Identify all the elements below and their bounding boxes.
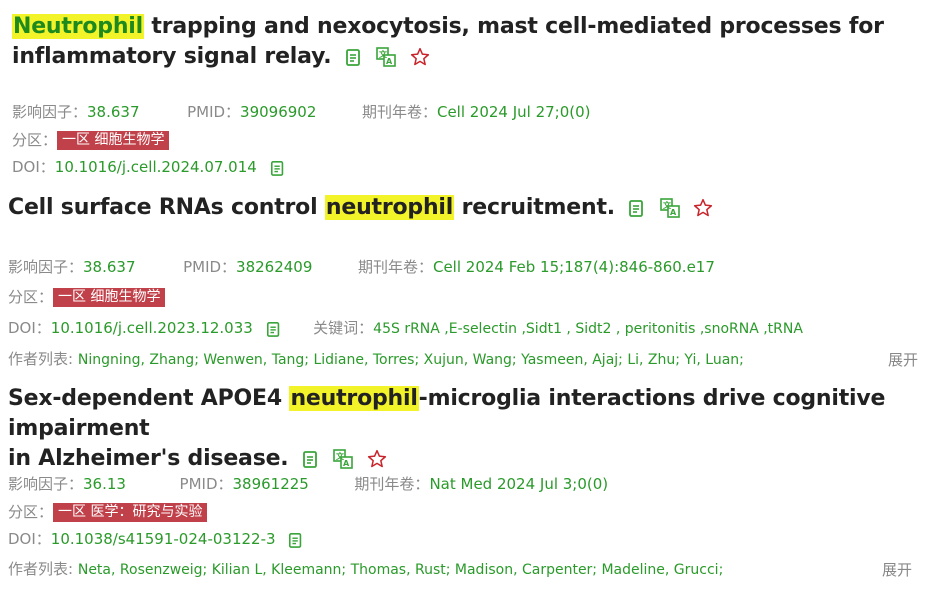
doi-link[interactable]: 10.1016/j.cell.2023.12.033 (51, 319, 253, 337)
zone-badge: 一区 医学：研究与实验 (53, 503, 208, 522)
article-title[interactable]: Neutrophil trapping and nexocytosis, mas… (12, 12, 912, 72)
title-text: Cell surface RNAs control (8, 195, 325, 220)
doi-link[interactable]: 10.1038/s41591-024-03122-3 (51, 530, 276, 548)
search-highlight: neutrophil (289, 386, 419, 411)
meta-row-zone: 分区： 一区 细胞生物学 (8, 287, 166, 307)
copy-icon[interactable] (345, 47, 363, 67)
impact-factor: 38.637 (87, 103, 140, 121)
title-text-line2: inflammatory signal relay. (12, 44, 332, 69)
journal-info: Nat Med 2024 Jul 3;0(0) (429, 475, 609, 493)
copy-icon[interactable] (302, 449, 320, 469)
expand-authors-button[interactable]: 展开 (888, 349, 918, 370)
copy-icon[interactable] (270, 159, 286, 177)
meta-row-doi: DOI：10.1016/j.cell.2023.12.033 关键词：45S r… (8, 319, 803, 338)
doi-link[interactable]: 10.1016/j.cell.2024.07.014 (55, 158, 257, 176)
article-title[interactable]: Cell surface RNAs control neutrophil rec… (8, 193, 918, 223)
search-highlight: neutrophil (324, 195, 455, 220)
svg-text:A: A (670, 208, 677, 217)
translate-icon[interactable]: 文A (660, 198, 680, 218)
star-icon[interactable] (410, 47, 430, 67)
impact-factor: 38.637 (83, 258, 136, 276)
article-title[interactable]: Sex-dependent APOE4 neutrophil-microglia… (8, 384, 923, 474)
pmid[interactable]: 39096902 (240, 103, 316, 121)
title-text-post: recruitment. (454, 195, 616, 220)
meta-row-zone: 分区： 一区 细胞生物学 (12, 130, 170, 150)
star-icon[interactable] (367, 449, 387, 469)
title-text: trapping and nexocytosis, mast cell-medi… (143, 14, 884, 39)
title-text-line2: in Alzheimer's disease. (8, 446, 289, 471)
zone-badge: 一区 细胞生物学 (57, 131, 170, 150)
star-icon[interactable] (693, 198, 713, 218)
copy-icon[interactable] (266, 320, 282, 338)
title-text: Sex-dependent APOE4 (8, 386, 290, 411)
svg-text:A: A (386, 57, 393, 66)
journal-info: Cell 2024 Jul 27;0(0) (436, 103, 591, 121)
meta-row-doi: DOI：10.1038/s41591-024-03122-3 (8, 529, 304, 549)
meta-row-impact: 影响因子：38.637 PMID：39096902 期刊年卷：Cell 2024… (12, 103, 591, 121)
translate-icon[interactable]: 文A (376, 47, 397, 67)
impact-factor: 36.13 (83, 475, 126, 493)
search-highlight: Neutrophil (12, 14, 144, 39)
meta-row-authors: 作者列表: Ningning, Zhang; Wenwen, Tang; Lid… (8, 350, 744, 368)
copy-icon[interactable] (288, 531, 304, 549)
meta-row-zone: 分区： 一区 医学：研究与实验 (8, 502, 208, 522)
zone-badge: 一区 细胞生物学 (53, 288, 166, 307)
svg-text:A: A (343, 459, 350, 468)
author-list: Neta, Rosenzweig; Kilian L, Kleemann; Th… (77, 562, 724, 578)
pmid[interactable]: 38961225 (233, 475, 309, 493)
meta-row-authors: 作者列表: Neta, Rosenzweig; Kilian L, Kleema… (8, 560, 724, 578)
meta-row-impact: 影响因子：38.637 PMID：38262409 期刊年卷：Cell 2024… (8, 258, 715, 276)
meta-row-impact: 影响因子：36.13 PMID：38961225 期刊年卷：Nat Med 20… (8, 475, 609, 493)
translate-icon[interactable]: 文A (333, 449, 354, 469)
meta-row-doi: DOI：10.1016/j.cell.2024.07.014 (12, 157, 286, 177)
author-list: Ningning, Zhang; Wenwen, Tang; Lidiane, … (77, 352, 744, 368)
keywords: 45S rRNA ,E-selectin ,Sidt1 , Sidt2 , pe… (373, 321, 803, 337)
expand-authors-button[interactable]: 展开 (882, 559, 912, 580)
pmid[interactable]: 38262409 (236, 258, 312, 276)
copy-icon[interactable] (628, 198, 646, 218)
journal-info: Cell 2024 Feb 15;187(4):846-860.e17 (432, 258, 715, 276)
